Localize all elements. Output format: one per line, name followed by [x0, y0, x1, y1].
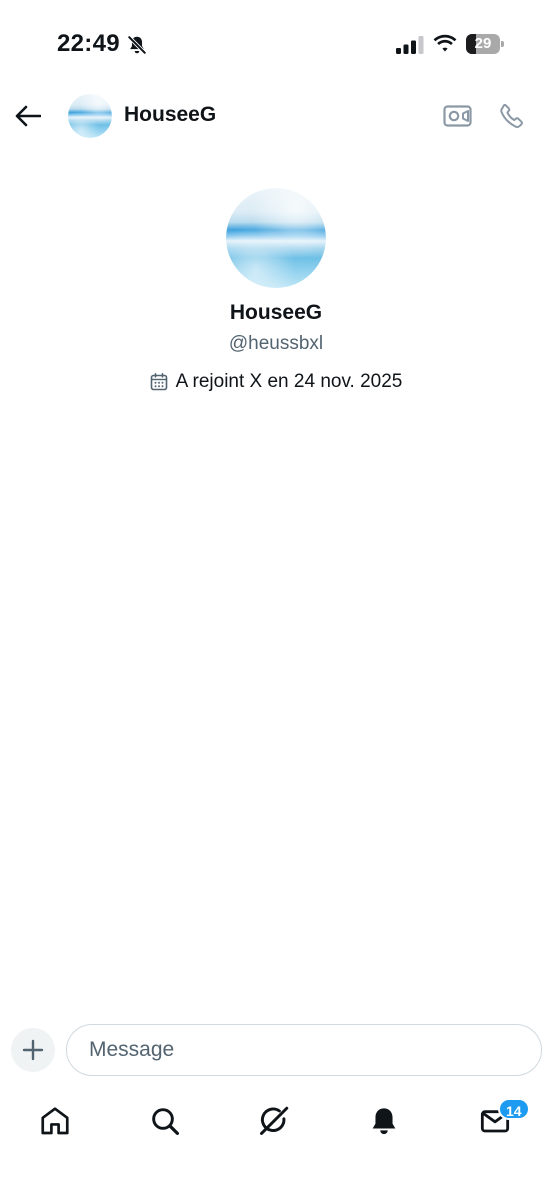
- add-attachment-button[interactable]: [11, 1028, 55, 1072]
- profile-name: HouseeG: [229, 301, 323, 324]
- calendar-icon: [150, 373, 167, 391]
- video-camera-icon: [443, 105, 472, 127]
- bottom-nav: [0, 1096, 552, 1146]
- plus-icon: [22, 1039, 44, 1061]
- nav-search[interactable]: [145, 1101, 185, 1141]
- conversation-header: HouseeG: [0, 88, 552, 144]
- voice-call-button[interactable]: [494, 98, 530, 134]
- nav-grok[interactable]: [254, 1101, 294, 1141]
- video-call-button[interactable]: [440, 100, 476, 132]
- joined-date: A rejoint X en 24 nov. 2025: [0, 370, 552, 394]
- status-bar: 22:49 29: [0, 0, 552, 80]
- notifications-icon: [372, 1108, 396, 1135]
- phone-icon: [500, 103, 523, 128]
- status-time: 22:49: [57, 30, 120, 57]
- home-icon: [41, 1107, 69, 1135]
- wifi-icon: [433, 34, 457, 52]
- nav-home[interactable]: [35, 1101, 75, 1141]
- search-icon: [152, 1108, 179, 1135]
- grok-icon: [260, 1106, 289, 1135]
- message-input[interactable]: [66, 1024, 542, 1076]
- back-button[interactable]: [10, 98, 46, 134]
- header-avatar[interactable]: [68, 94, 112, 138]
- joined-text: A rejoint X en 24 nov. 2025: [175, 371, 403, 392]
- avatar-image: [226, 188, 326, 288]
- profile-card: HouseeG @heussbxl A rejoint X en 24 nov.…: [0, 188, 552, 394]
- battery-icon: 29: [466, 34, 504, 54]
- avatar-image: [68, 94, 112, 138]
- signal-icon: [396, 36, 424, 54]
- messages-badge: 14: [498, 1098, 530, 1120]
- profile-handle: @heussbxl: [228, 333, 324, 354]
- bell-off-icon: [127, 35, 147, 55]
- nav-notifications[interactable]: [364, 1101, 404, 1141]
- battery-level: 29: [474, 35, 492, 52]
- header-contact-name[interactable]: HouseeG: [124, 103, 216, 127]
- back-arrow-icon: [15, 105, 41, 127]
- profile-avatar[interactable]: [226, 188, 326, 288]
